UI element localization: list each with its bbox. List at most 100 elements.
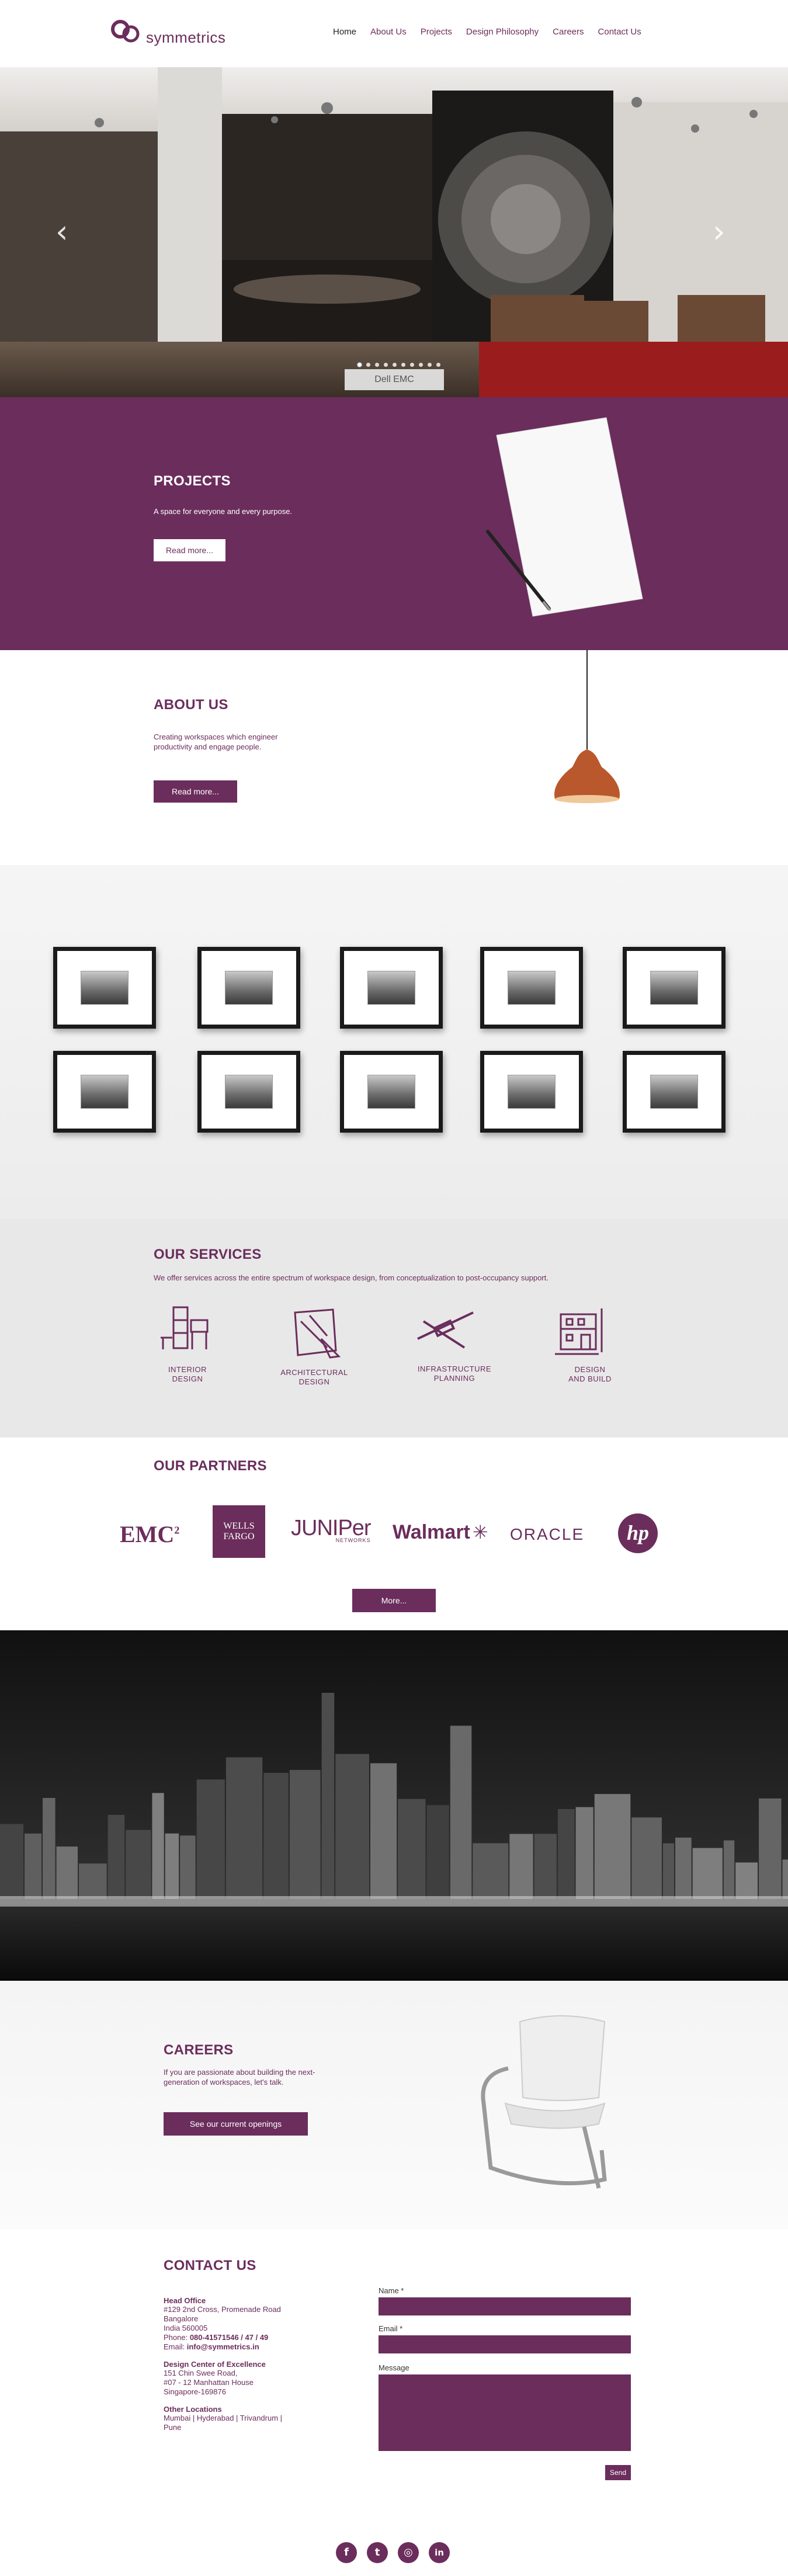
skyline-building: [263, 1773, 289, 1899]
skyline-building: [152, 1793, 164, 1899]
about-text-1: Creating workspaces which engineer: [154, 732, 278, 741]
service-infrastructure-planning[interactable]: INFRASTRUCTURE PLANNING: [408, 1365, 501, 1383]
juniper-logo[interactable]: JUNIPer NETWORKS: [291, 1516, 372, 1543]
nav-projects[interactable]: Projects: [421, 27, 452, 37]
paper-pencil-image: [486, 417, 643, 617]
slide-dot[interactable]: [393, 363, 397, 367]
hp-text: hp: [626, 1521, 650, 1544]
gallery-frame[interactable]: [340, 947, 443, 1029]
skyline-building: [126, 1829, 151, 1899]
oracle-logo[interactable]: ORACLE: [510, 1525, 584, 1544]
skyline-building: [759, 1798, 782, 1899]
message-textarea[interactable]: [379, 2374, 631, 2451]
gallery-frame[interactable]: [340, 1051, 443, 1133]
gallery-frame[interactable]: [53, 1051, 156, 1133]
careers-section: CAREERS If you are passionate about buil…: [0, 1981, 788, 2229]
design-center-heading: Design Center of Excellence: [164, 2360, 266, 2369]
nav-careers[interactable]: Careers: [553, 27, 584, 37]
head-office-heading: Head Office: [164, 2296, 206, 2305]
address-line: Singapore-169876: [164, 2387, 226, 2396]
email-label-form: Email *: [379, 2324, 403, 2333]
pendant-lamp-image: [554, 650, 620, 803]
gallery-frame[interactable]: [623, 947, 725, 1029]
walmart-logo[interactable]: Walmart ✳: [393, 1521, 488, 1544]
skyline-building: [450, 1726, 472, 1899]
nav-home[interactable]: Home: [333, 27, 356, 37]
phone-value[interactable]: 080-41571546 / 47 / 49: [190, 2333, 268, 2342]
service-interior-design[interactable]: INTERIOR DESIGN: [141, 1365, 234, 1384]
slide-dots: [357, 363, 440, 367]
contact-title: CONTACT US: [164, 2258, 256, 2273]
skyline-building: [662, 1843, 675, 1899]
walmart-spark-icon: ✳: [472, 1521, 488, 1543]
gallery-frame[interactable]: [480, 947, 583, 1029]
nav-contact-us[interactable]: Contact Us: [598, 27, 641, 37]
skyline-building: [79, 1863, 107, 1899]
logo[interactable]: symmetrics: [110, 16, 227, 51]
skyline-building: [594, 1794, 631, 1899]
email-label: Email:: [164, 2342, 187, 2351]
skyline-building: [398, 1799, 426, 1899]
slide-dot[interactable]: [375, 363, 379, 367]
logo-text: symmetrics: [146, 29, 226, 46]
gallery-frame[interactable]: [623, 1051, 725, 1133]
facebook-icon[interactable]: f: [336, 2542, 357, 2563]
linkedin-icon[interactable]: in: [429, 2542, 450, 2563]
slide-dot[interactable]: [436, 363, 440, 367]
gallery-section: [0, 865, 788, 1219]
slide-dot[interactable]: [410, 363, 414, 367]
projects-section: PROJECTS A space for everyone and every …: [0, 397, 788, 650]
gallery-frame[interactable]: [197, 1051, 300, 1133]
slide-dot[interactable]: [357, 363, 362, 367]
nav-design-philosophy[interactable]: Design Philosophy: [466, 27, 539, 37]
slide-dot[interactable]: [401, 363, 405, 367]
slide-dot[interactable]: [419, 363, 423, 367]
next-slide-arrow-icon[interactable]: ›: [713, 216, 725, 248]
send-button[interactable]: Send: [605, 2465, 631, 2480]
phone-label: Phone:: [164, 2333, 190, 2342]
emc-logo[interactable]: EMC2: [120, 1520, 179, 1548]
services-text: We offer services across the entire spec…: [154, 1273, 549, 1282]
other-locations-line: Mumbai | Hyderabad | Trivandrum |: [164, 2414, 283, 2422]
instagram-icon[interactable]: ◎: [398, 2542, 419, 2563]
hero-office-image: [0, 67, 788, 397]
skyline-building: [509, 1834, 533, 1899]
prev-slide-arrow-icon[interactable]: ‹: [55, 216, 68, 248]
gallery-frame[interactable]: [53, 947, 156, 1029]
contact-addresses: Head Office #129 2nd Cross, Promenade Ro…: [164, 2296, 333, 2432]
hp-logo[interactable]: hp: [618, 1513, 658, 1553]
skyline-building: [575, 1807, 593, 1899]
projects-read-more-button[interactable]: Read more...: [154, 539, 225, 561]
skyline-building: [43, 1797, 55, 1899]
infrastructure-planning-icon: [417, 1311, 474, 1349]
message-label: Message: [379, 2363, 409, 2372]
wells-fargo-logo[interactable]: WELLS FARGO: [213, 1505, 265, 1558]
skyline-building: [25, 1833, 42, 1899]
about-read-more-button[interactable]: Read more...: [154, 780, 237, 803]
address-line: India 560005: [164, 2324, 208, 2332]
main-nav: Home About Us Projects Design Philosophy…: [333, 27, 655, 37]
skyline-building: [107, 1814, 125, 1899]
see-openings-button[interactable]: See our current openings: [164, 2112, 308, 2136]
gallery-frame[interactable]: [480, 1051, 583, 1133]
address-line: 151 Chin Swee Road,: [164, 2369, 238, 2377]
skyline-building: [289, 1770, 321, 1899]
gallery-frame[interactable]: [197, 947, 300, 1029]
skyline-building: [675, 1837, 692, 1899]
service-architectural-design[interactable]: ARCHITECTURAL DESIGN: [268, 1368, 361, 1387]
service-design-and-build[interactable]: DESIGN AND BUILD: [543, 1365, 637, 1384]
skyline-building: [426, 1805, 449, 1899]
service-line2: DESIGN: [298, 1377, 330, 1386]
email-value[interactable]: info@symmetrics.in: [187, 2342, 259, 2351]
slide-dot[interactable]: [384, 363, 388, 367]
projects-title: PROJECTS: [154, 473, 231, 489]
twitter-icon[interactable]: t: [367, 2542, 388, 2563]
skyline-building: [0, 1824, 24, 1899]
partners-more-button[interactable]: More...: [352, 1589, 436, 1612]
slide-dot[interactable]: [428, 363, 432, 367]
slide-dot[interactable]: [366, 363, 370, 367]
nav-about-us[interactable]: About Us: [370, 27, 407, 37]
oracle-text: ORACLE: [510, 1525, 585, 1543]
email-input[interactable]: [379, 2335, 631, 2353]
name-input[interactable]: [379, 2297, 631, 2315]
